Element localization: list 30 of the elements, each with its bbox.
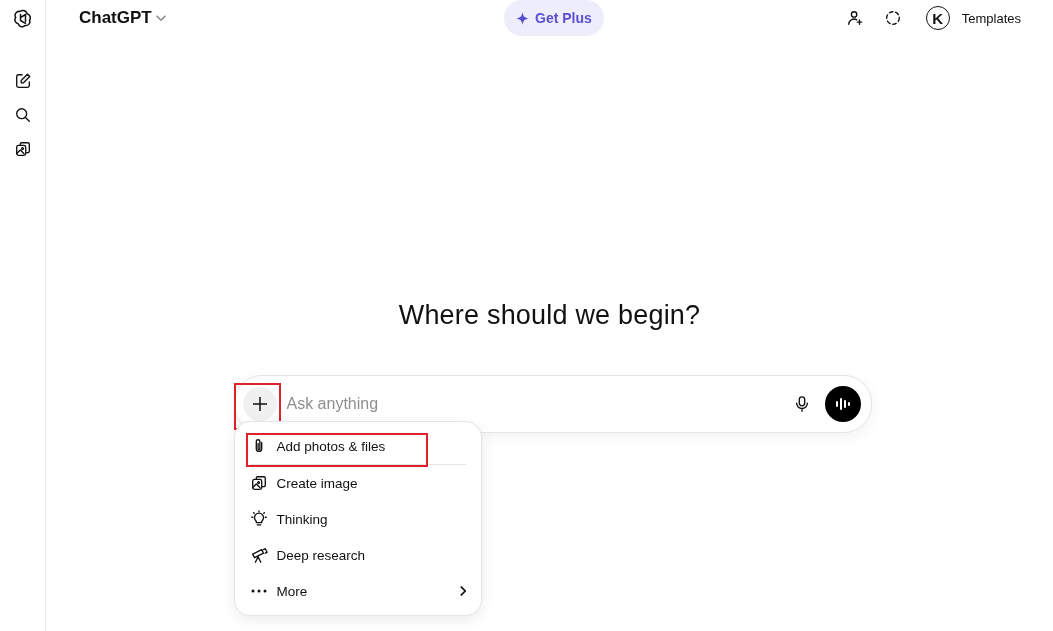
- dashed-circle-icon: [883, 9, 902, 27]
- lightbulb-icon: [249, 510, 268, 528]
- menu-item[interactable]: More: [242, 573, 473, 609]
- images-icon: [249, 474, 268, 492]
- sidebar-button[interactable]: [13, 72, 32, 90]
- chevron-down-icon: [155, 15, 166, 21]
- add-person-icon: [845, 9, 864, 27]
- plus-icon: [251, 396, 268, 412]
- voice-button[interactable]: [824, 386, 861, 422]
- menu-item[interactable]: Create image: [242, 465, 473, 501]
- model-selector[interactable]: ChatGPT: [79, 8, 166, 28]
- account-name: Templates: [961, 10, 1021, 26]
- waveform-icon: [834, 397, 851, 411]
- search-icon: [13, 106, 32, 124]
- edit-icon: [13, 72, 32, 90]
- add-button[interactable]: [242, 387, 277, 421]
- images-icon: [13, 140, 32, 158]
- logo-icon: [12, 8, 33, 28]
- menu-item[interactable]: Deep research: [242, 537, 473, 573]
- sparkle-icon: [516, 11, 529, 25]
- chevron-right-icon: [459, 586, 466, 596]
- sidebar-button[interactable]: [13, 140, 32, 158]
- telescope-icon: [249, 546, 268, 564]
- heading: Where should we begin?: [397, 300, 702, 331]
- more-icon: [250, 589, 267, 593]
- prompt-field[interactable]: Ask anything: [233, 375, 872, 433]
- prompt-input[interactable]: Ask anything: [284, 394, 779, 414]
- get-plus-button[interactable]: Get Plus: [504, 0, 604, 36]
- sidebar-button[interactable]: [13, 106, 32, 124]
- menu-item[interactable]: Thinking: [242, 501, 473, 537]
